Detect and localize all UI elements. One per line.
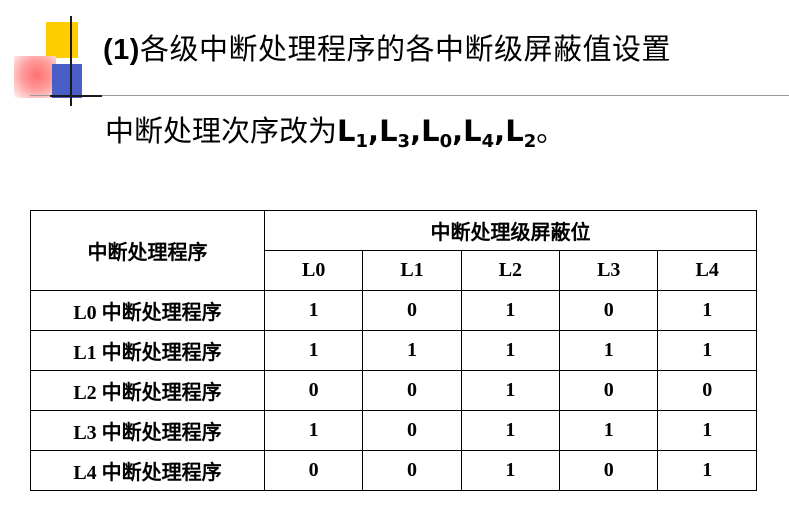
column-header: L3 — [559, 250, 659, 291]
row-label: L4 中断处理程序 — [30, 450, 265, 491]
mask-cell: 1 — [460, 330, 561, 371]
mask-cell: 1 — [559, 410, 659, 451]
processing-order-sequence: L1,L3,L0,L4,L2 — [337, 114, 537, 152]
table-row: L3 中断处理程序 1 0 1 1 1 — [30, 410, 757, 451]
mask-cell: 0 — [263, 370, 364, 411]
mask-cell: 1 — [460, 450, 561, 491]
seq-item: L0, — [421, 114, 464, 152]
mask-cell: 0 — [559, 450, 659, 491]
title-underline — [30, 95, 789, 96]
mask-cell: 0 — [263, 450, 364, 491]
row-label: L3 中断处理程序 — [30, 410, 265, 451]
column-header: L1 — [362, 250, 462, 291]
mask-cell: 1 — [263, 330, 364, 371]
mask-cell: 1 — [657, 450, 757, 491]
mask-cell: 0 — [362, 410, 462, 451]
row-label: L0 中断处理程序 — [30, 290, 265, 331]
mask-cell: 0 — [362, 450, 462, 491]
row-label: L2 中断处理程序 — [30, 370, 265, 411]
mask-cell: 1 — [657, 330, 757, 371]
mask-cell: 1 — [460, 290, 561, 331]
mask-cell: 1 — [460, 370, 561, 411]
table-row: L2 中断处理程序 0 0 1 0 0 — [30, 370, 757, 411]
decorative-red-glow — [14, 56, 56, 98]
table-row: L1 中断处理程序 1 1 1 1 1 — [30, 330, 757, 371]
decorative-cross-vertical — [70, 16, 72, 106]
mask-cell: 0 — [559, 290, 659, 331]
mask-cell: 1 — [263, 290, 364, 331]
processing-order-text: 中断处理次序改为L1,L3,L0,L4,L2。 — [105, 108, 565, 152]
mask-cell: 0 — [362, 290, 462, 331]
slide-title: (1)各级中断处理程序的各中断级屏蔽值设置 — [103, 26, 671, 68]
row-label: L1 中断处理程序 — [30, 330, 265, 371]
seq-item: L3, — [379, 114, 422, 152]
mask-cell: 1 — [559, 330, 659, 371]
column-header: L4 — [657, 250, 757, 291]
mask-cell: 1 — [263, 410, 364, 451]
processing-order-end: 。 — [536, 114, 566, 148]
mask-cell: 1 — [657, 290, 757, 331]
mask-cell: 0 — [657, 370, 757, 411]
slide-title-text: 各级中断处理程序的各中断级屏蔽值设置 — [139, 32, 671, 66]
table-row: L4 中断处理程序 0 0 1 0 1 — [30, 450, 757, 491]
table-row: L0 中断处理程序 1 0 1 0 1 — [30, 290, 757, 331]
column-header: L0 — [263, 250, 364, 291]
mask-cell: 1 — [460, 410, 561, 451]
row-header: 中断处理程序 — [30, 210, 265, 291]
seq-item: L2 — [505, 114, 537, 152]
decorative-yellow-square — [46, 22, 78, 58]
decorative-cross-horizontal — [50, 95, 102, 97]
seq-item: L1, — [337, 114, 380, 152]
seq-item: L4, — [463, 114, 506, 152]
processing-order-label: 中断处理次序改为 — [105, 114, 338, 148]
mask-bits-group-header: 中断处理级屏蔽位 — [264, 210, 757, 251]
column-header: L2 — [460, 250, 561, 291]
mask-cell: 0 — [362, 370, 462, 411]
mask-cell: 1 — [362, 330, 462, 371]
slide-title-number: (1) — [103, 34, 140, 66]
mask-cell: 1 — [657, 410, 757, 451]
mask-cell: 0 — [559, 370, 659, 411]
decorative-blue-square — [52, 64, 82, 98]
interrupt-mask-table: 中断处理程序 中断处理级屏蔽位 L0 L1 L2 L3 L4 L0 中断处理程序… — [30, 210, 757, 491]
